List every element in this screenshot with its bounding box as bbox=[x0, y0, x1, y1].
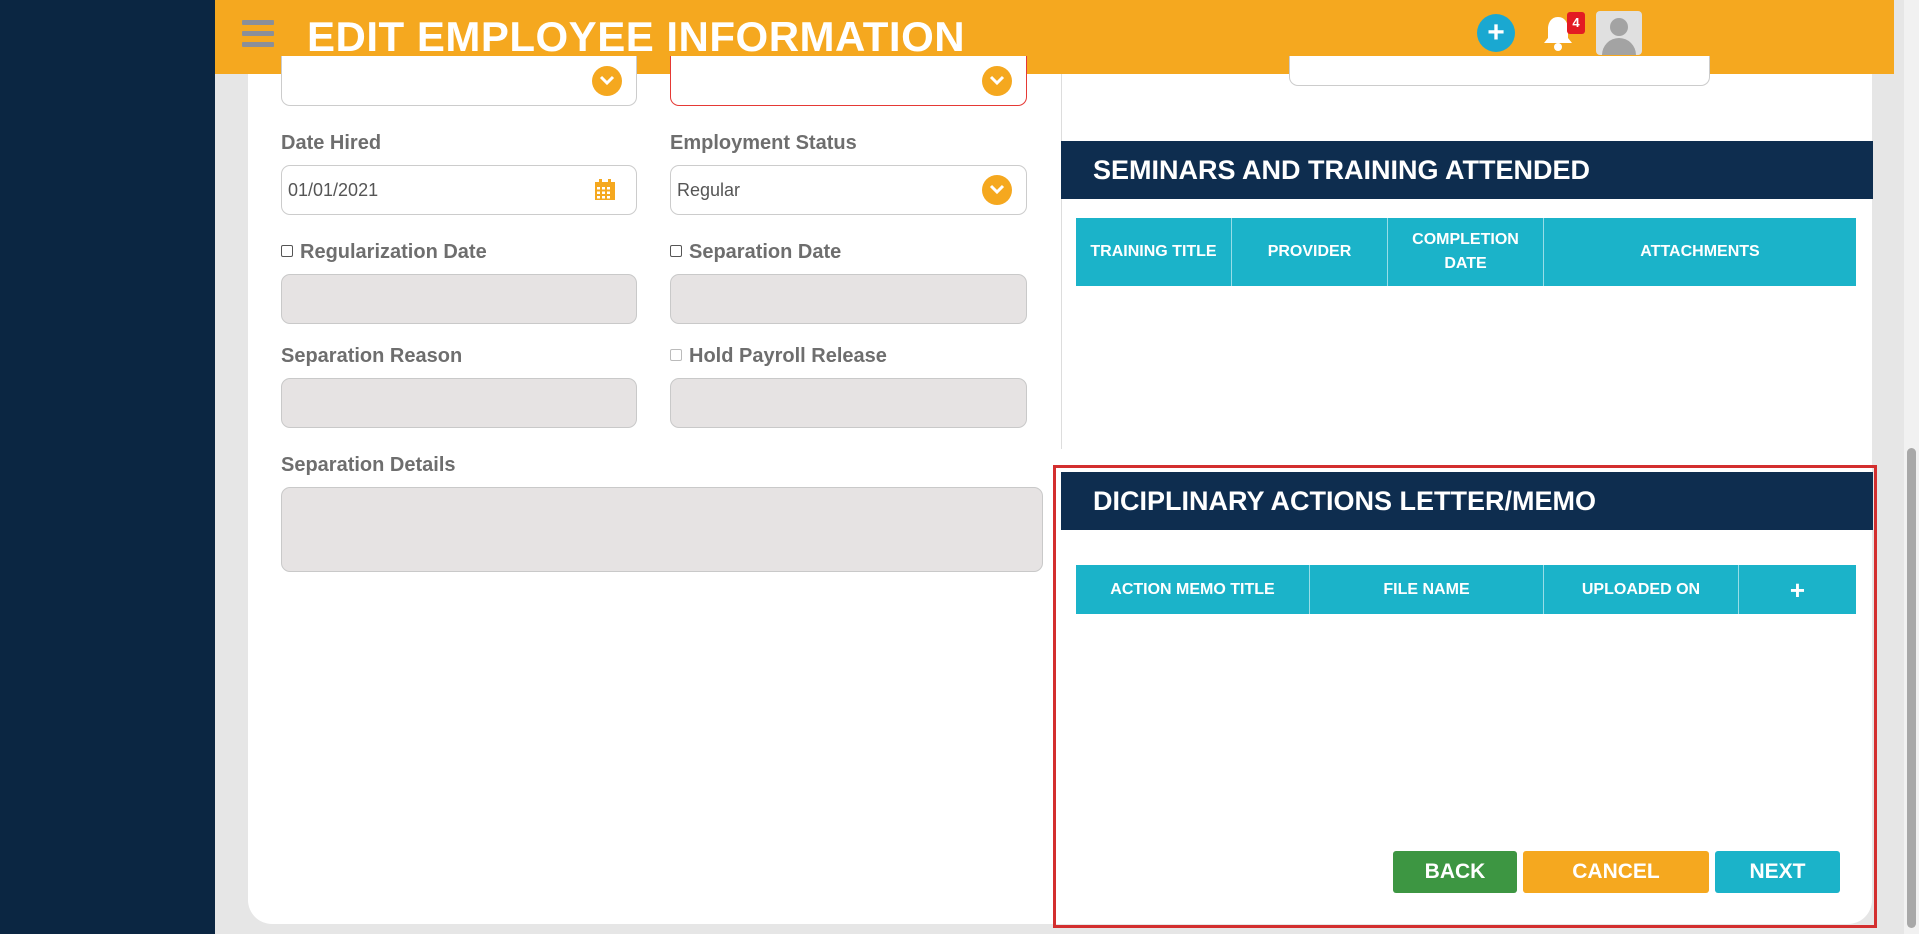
separation-date-label: Separation Date bbox=[670, 241, 841, 264]
avatar[interactable] bbox=[1596, 11, 1642, 55]
page-title: EDIT EMPLOYEE INFORMATION bbox=[307, 13, 966, 60]
separation-details-label: Separation Details bbox=[281, 454, 456, 476]
separation-date-input bbox=[670, 274, 1027, 324]
calendar-icon[interactable] bbox=[594, 179, 616, 201]
seminars-table-header: TRAINING TITLE PROVIDER COMPLETION DATE … bbox=[1076, 218, 1856, 286]
date-hired-input[interactable]: 01/01/2021 bbox=[281, 165, 637, 215]
separation-reason-label: Separation Reason bbox=[281, 345, 463, 367]
employment-status-label: Employment Status bbox=[670, 132, 857, 154]
highlight-box bbox=[1053, 465, 1877, 928]
separation-date-checkbox[interactable] bbox=[670, 245, 682, 257]
date-hired-label: Date Hired bbox=[281, 132, 382, 154]
hold-payroll-release-label: Hold Payroll Release bbox=[670, 345, 887, 368]
regularization-date-input bbox=[281, 274, 637, 324]
regularization-date-checkbox[interactable] bbox=[281, 245, 293, 257]
top-right-column-select[interactable] bbox=[1289, 56, 1710, 86]
column-provider: PROVIDER bbox=[1232, 218, 1388, 286]
separation-details-textarea bbox=[281, 487, 1043, 572]
chevron-down-icon bbox=[982, 66, 1012, 96]
notification-badge: 4 bbox=[1567, 12, 1585, 34]
top-right-select[interactable] bbox=[670, 56, 1027, 106]
column-divider bbox=[1061, 74, 1062, 449]
employment-status-select[interactable]: Regular bbox=[670, 165, 1027, 215]
column-training-title: TRAINING TITLE bbox=[1076, 218, 1232, 286]
scrollbar-thumb[interactable] bbox=[1907, 448, 1916, 928]
top-left-select[interactable] bbox=[281, 56, 637, 106]
column-attachments: ATTACHMENTS bbox=[1640, 243, 1760, 260]
add-circle-icon[interactable]: + bbox=[1477, 14, 1515, 52]
hamburger-menu-icon[interactable] bbox=[242, 20, 274, 50]
seminars-section-title: SEMINARS AND TRAINING ATTENDED bbox=[1061, 141, 1873, 199]
separation-reason-input bbox=[281, 378, 637, 428]
column-completion-date: COMPLETION DATE bbox=[1388, 218, 1544, 286]
chevron-down-icon bbox=[592, 66, 622, 96]
regularization-date-label: Regularization Date bbox=[281, 241, 487, 264]
chevron-down-icon bbox=[982, 175, 1012, 205]
hold-payroll-release-checkbox bbox=[670, 349, 682, 361]
hold-payroll-release-input bbox=[670, 378, 1027, 428]
sidebar bbox=[0, 0, 215, 934]
